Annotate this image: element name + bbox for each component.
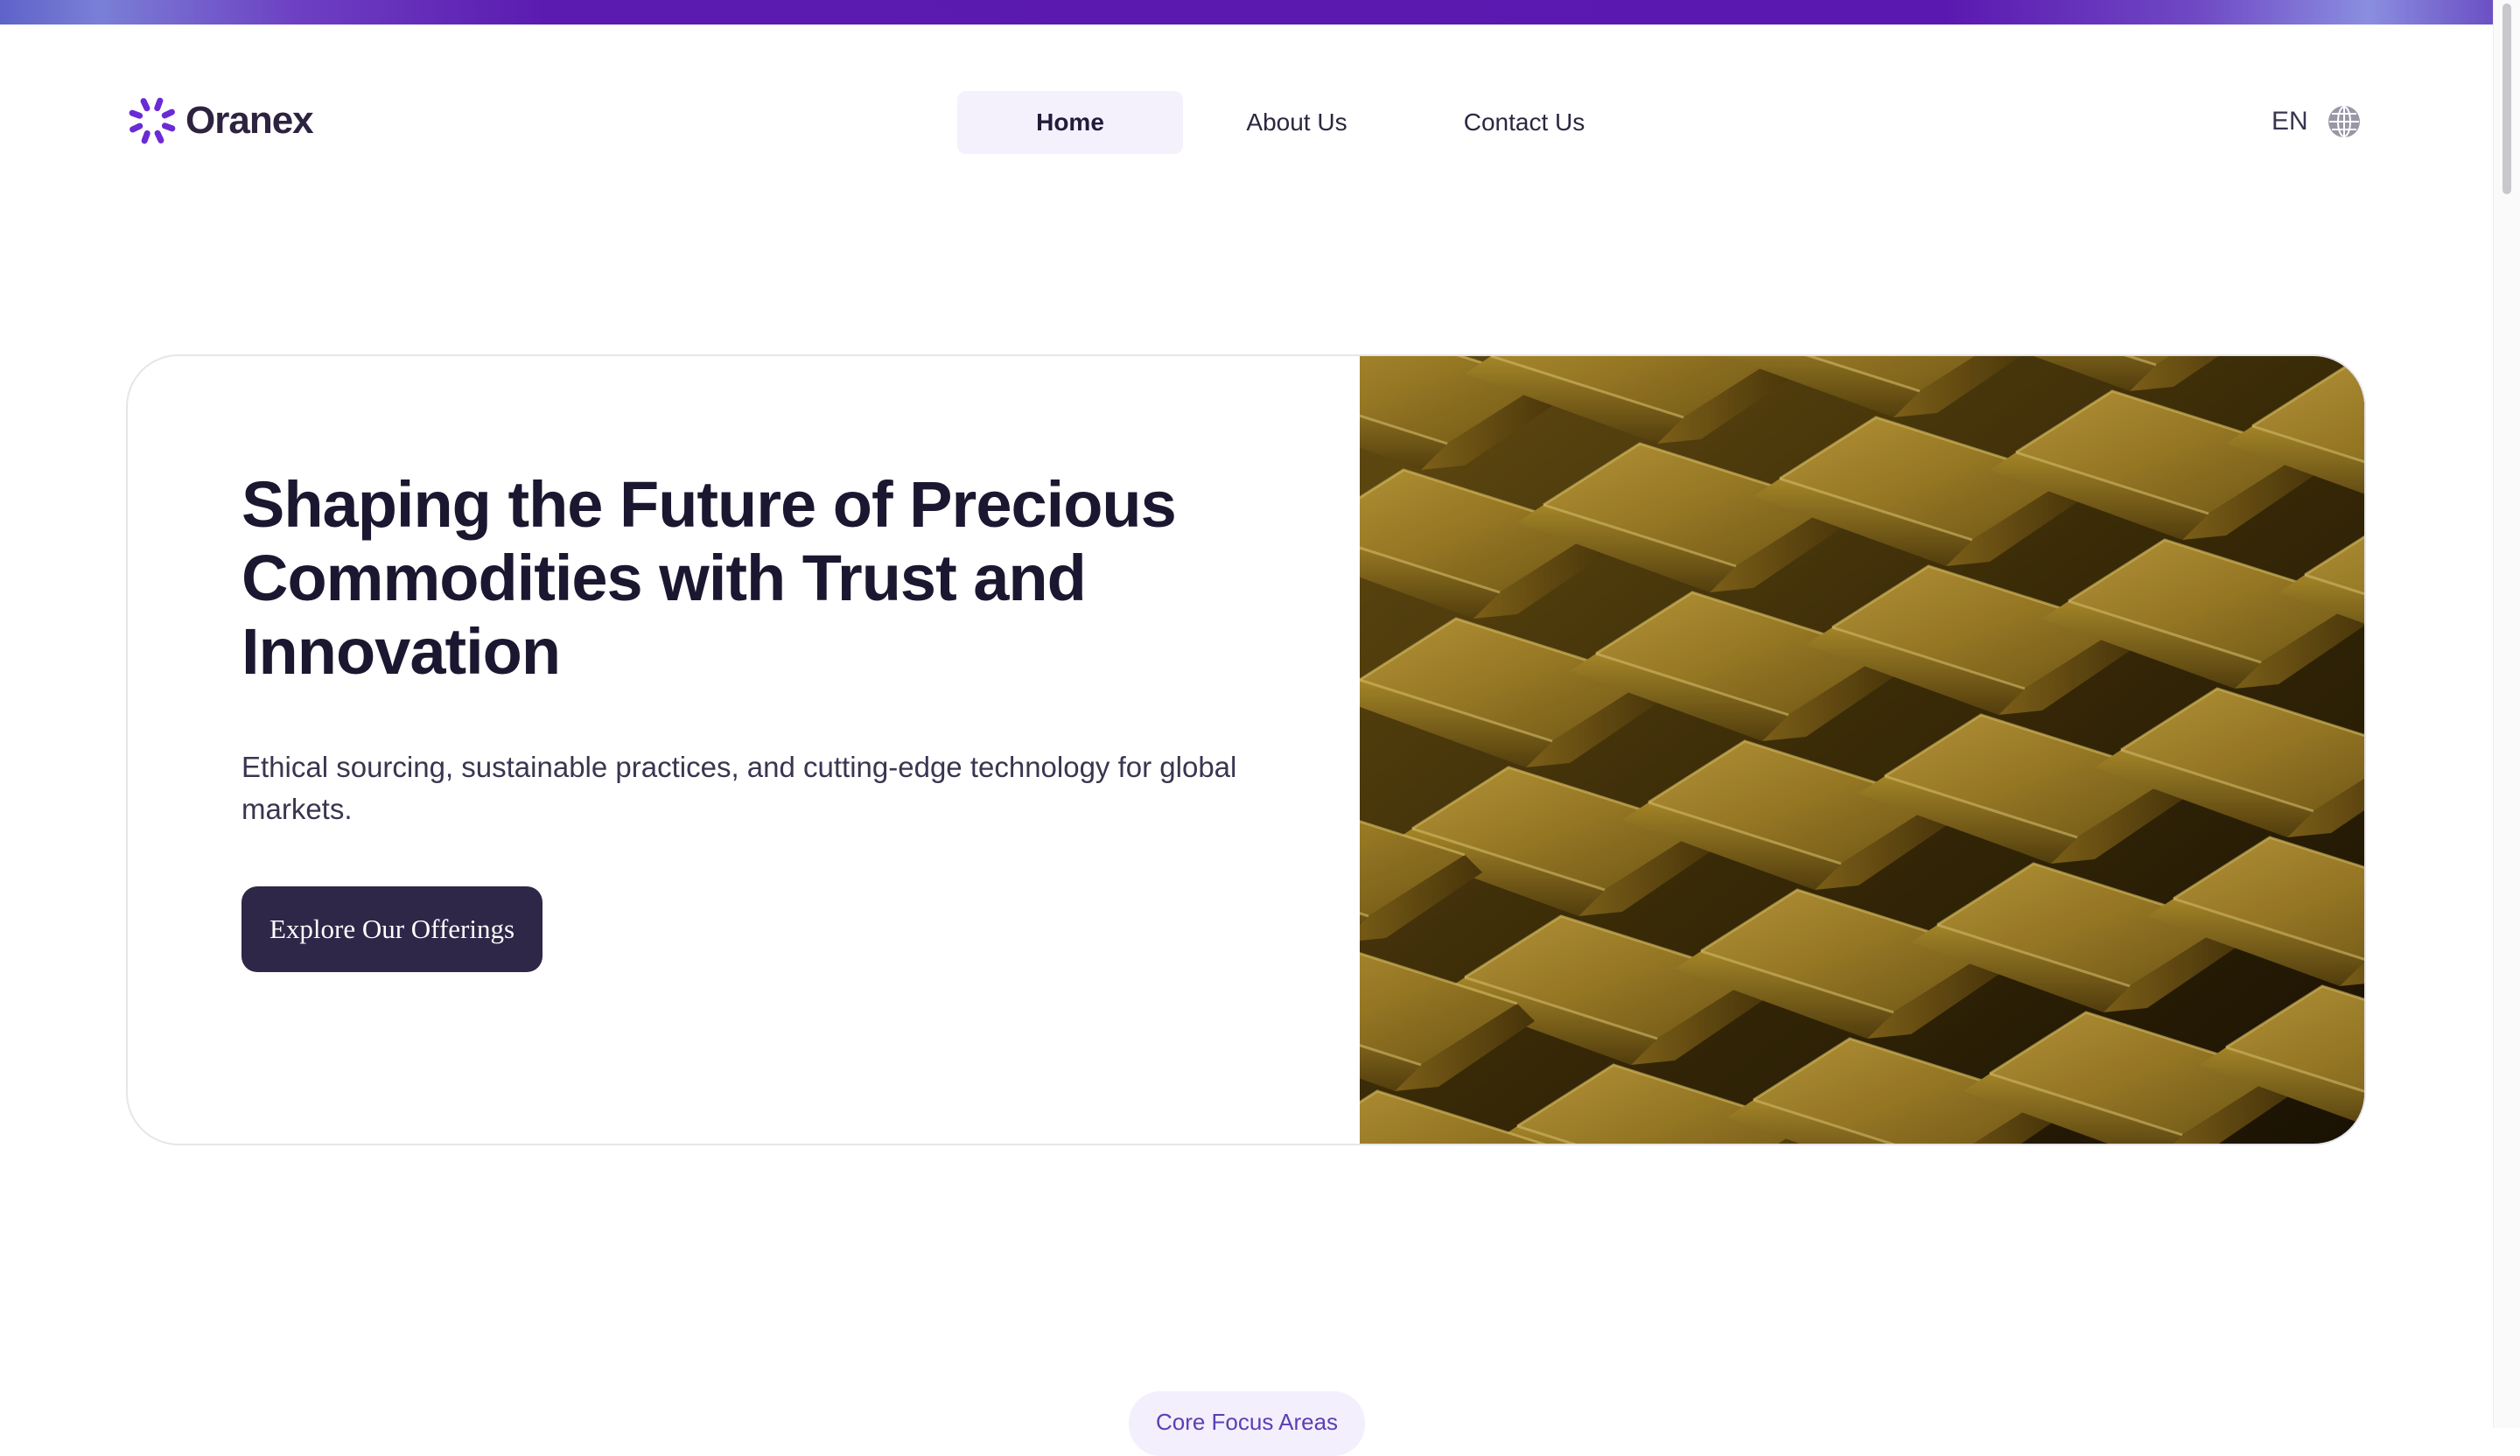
brand-name: Oranex bbox=[186, 99, 314, 142]
top-accent-bar bbox=[0, 0, 2494, 24]
section-badge: Core Focus Areas bbox=[1129, 1391, 1365, 1456]
gold-bars-illustration bbox=[1360, 356, 2364, 1144]
gold-bars-image bbox=[1360, 356, 2364, 1144]
section-badge-label: Core Focus Areas bbox=[1155, 1409, 1339, 1435]
nav-item-contact-us[interactable]: Contact Us bbox=[1410, 91, 1638, 154]
explore-offerings-button[interactable]: Explore Our Offerings bbox=[242, 886, 542, 972]
sunburst-logo-icon bbox=[129, 97, 176, 144]
scrollbar-thumb[interactable] bbox=[2502, 4, 2511, 194]
hero-title: Shaping the Future of Precious Commoditi… bbox=[242, 468, 1177, 688]
logo[interactable]: Oranex bbox=[126, 94, 314, 147]
nav-item-about-us[interactable]: About Us bbox=[1183, 91, 1410, 154]
hero-content: Shaping the Future of Precious Commoditi… bbox=[128, 356, 1360, 1144]
site-header: Oranex Home About Us Contact Us EN bbox=[0, 24, 2494, 200]
language-selector[interactable]: EN bbox=[2272, 105, 2361, 138]
vertical-scrollbar[interactable] bbox=[2493, 0, 2520, 1428]
hero-card: Shaping the Future of Precious Commoditi… bbox=[126, 354, 2366, 1145]
globe-icon bbox=[2328, 106, 2360, 137]
nav-item-home[interactable]: Home bbox=[957, 91, 1183, 154]
hero-subtitle: Ethical sourcing, sustainable practices,… bbox=[242, 751, 1237, 825]
language-label: EN bbox=[2272, 107, 2308, 136]
main-nav: Home About Us Contact Us bbox=[957, 91, 1638, 154]
